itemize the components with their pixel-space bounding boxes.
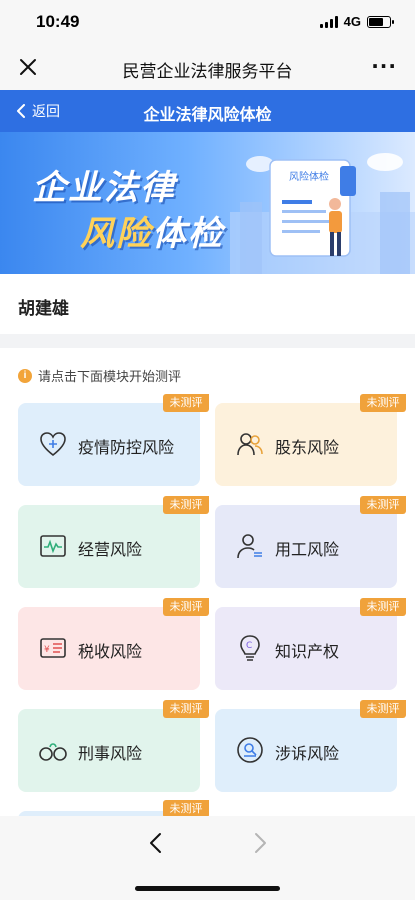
- status-badge-text: 未测评: [163, 598, 209, 616]
- status-badge-text: 未测评: [163, 700, 209, 718]
- instruction-hint: i 请点击下面模块开始测评: [18, 366, 181, 385]
- lightbulb-copyright-icon: C: [240, 635, 260, 661]
- hero-banner: 风险体检 企业法律 风险体检: [0, 132, 415, 274]
- employee-icon: [237, 534, 262, 559]
- info-icon: i: [18, 368, 32, 383]
- module-card-criminal[interactable]: 刑事风险: [18, 709, 200, 792]
- browser-bottom-bar: [0, 816, 415, 900]
- module-card-operation[interactable]: 经营风险: [18, 505, 200, 588]
- shareholders-icon: [237, 433, 263, 456]
- svg-text:¥: ¥: [44, 645, 50, 655]
- module-label: 涉诉风险: [275, 744, 340, 763]
- status-badge: 未测评: [360, 598, 406, 616]
- status-badge: 未测评: [163, 700, 209, 718]
- status-badge: 未测评: [360, 700, 406, 718]
- banner-illustration: [230, 153, 415, 274]
- user-name: 胡建雄: [18, 299, 69, 319]
- module-label: 股东风险: [275, 438, 340, 457]
- status-badge: 未测评: [360, 496, 406, 514]
- heart-plus-icon: [40, 432, 66, 457]
- banner-title-highlight: 风险: [80, 214, 152, 254]
- status-badge-text: 未测评: [360, 700, 406, 718]
- lawsuit-icon: [237, 737, 263, 763]
- module-card-tax[interactable]: ¥ 税收风险: [18, 607, 200, 690]
- svg-text:C: C: [246, 641, 252, 651]
- status-badge: 未测评: [163, 598, 209, 616]
- network-type: 4G: [343, 14, 361, 29]
- status-badge-text: 未测评: [163, 496, 209, 514]
- status-badge-text: 未测评: [360, 394, 406, 412]
- module-card-shareholder[interactable]: 股东风险: [215, 403, 397, 486]
- banner-title-rest: 体检: [152, 214, 224, 254]
- status-badge: 未测评: [163, 394, 209, 412]
- chevron-right-icon[interactable]: [248, 830, 272, 856]
- page-title: 企业法律风险体检: [143, 105, 272, 124]
- module-card-litigation[interactable]: 涉诉风险: [215, 709, 397, 792]
- status-indicators: 4G: [319, 14, 394, 29]
- wechat-page-title: 民营企业法律服务平台: [122, 62, 293, 82]
- status-badge-text: 未测评: [360, 598, 406, 616]
- more-menu-button[interactable]: ···: [371, 54, 397, 78]
- banner-title-line2: 风险体检: [80, 206, 224, 255]
- pulse-chart-icon: [40, 535, 66, 557]
- module-card-ip[interactable]: C 知识产权: [215, 607, 397, 690]
- module-label: 知识产权: [275, 642, 340, 661]
- module-label: 疫情防控风险: [78, 438, 175, 457]
- status-bar: 10:49 4G: [0, 0, 415, 44]
- battery-icon: [367, 15, 394, 28]
- module-label: 税收风险: [78, 642, 143, 661]
- chevron-left-icon[interactable]: [144, 830, 168, 856]
- status-badge: 未测评: [360, 394, 406, 412]
- section-divider: [0, 334, 415, 348]
- banner-doc-title: 风险体检: [289, 172, 329, 183]
- module-card-epidemic[interactable]: 疫情防控风险: [18, 403, 200, 486]
- page-header: 返回 企业法律风险体检: [0, 90, 415, 132]
- hint-text: 请点击下面模块开始测评: [38, 370, 182, 385]
- module-label: 用工风险: [275, 540, 340, 559]
- banner-title-line1: 企业法律: [32, 168, 176, 208]
- battery-fill: [369, 17, 383, 26]
- tax-receipt-icon: ¥: [40, 638, 66, 658]
- module-card-employment[interactable]: 用工风险: [215, 505, 397, 588]
- signal-icon: [319, 15, 338, 28]
- status-badge-text: 未测评: [360, 496, 406, 514]
- user-section: 胡建雄: [0, 274, 415, 334]
- wechat-title-bar: 民营企业法律服务平台 ···: [0, 44, 415, 90]
- module-label: 刑事风险: [78, 744, 143, 763]
- status-badge-text: 未测评: [163, 394, 209, 412]
- status-badge: 未测评: [163, 496, 209, 514]
- handcuffs-icon: [39, 743, 67, 761]
- status-time: 10:49: [36, 12, 80, 31]
- module-label: 经营风险: [78, 540, 143, 559]
- home-indicator[interactable]: [135, 886, 280, 891]
